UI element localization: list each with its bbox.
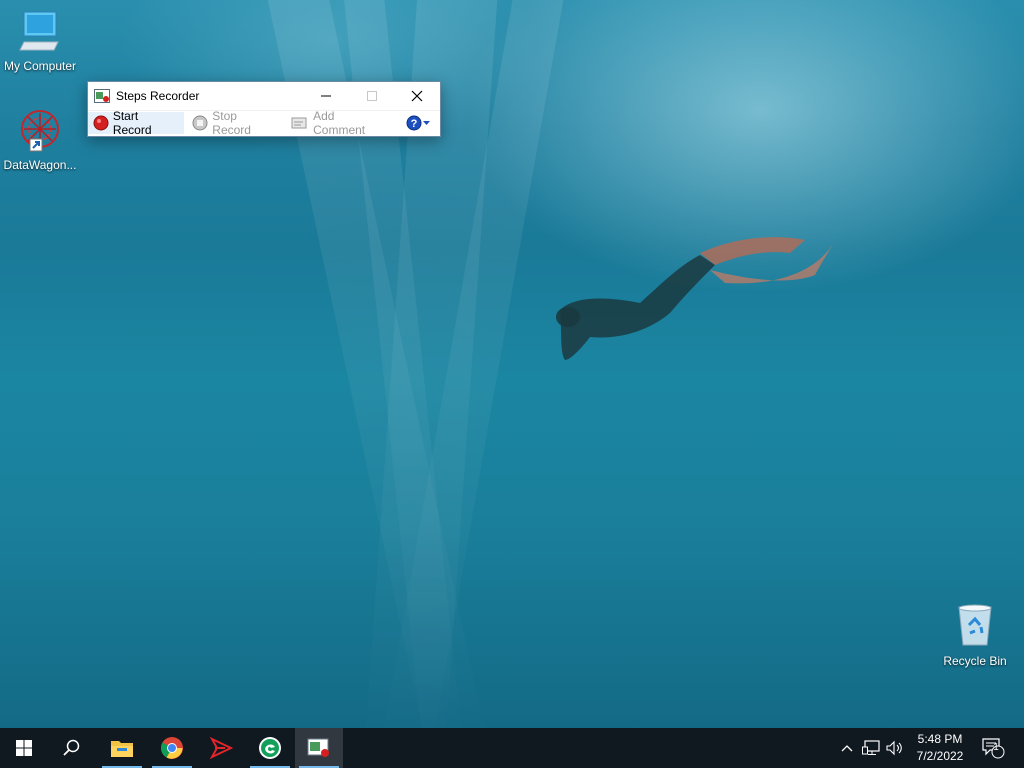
desktop-icon-datawagon[interactable]: DataWagon... [0, 107, 80, 172]
record-icon [93, 115, 109, 131]
diver-silhouette [556, 237, 835, 360]
red-arrow-app-icon [209, 736, 233, 760]
green-circle-app-icon [259, 737, 281, 759]
chevron-up-icon [841, 745, 853, 752]
show-hidden-icons-button[interactable] [838, 728, 856, 768]
svg-text:?: ? [411, 118, 418, 130]
volume-button[interactable] [884, 728, 906, 768]
close-icon [411, 90, 423, 102]
steps-recorder-window: Steps Recorder Start Record Stop Record … [87, 81, 441, 137]
taskbar-red-arrow-app[interactable] [197, 728, 245, 768]
close-button[interactable] [394, 82, 440, 110]
recycle-bin-icon [958, 604, 992, 646]
stop-icon [192, 115, 208, 131]
stop-record-label: Stop Record [212, 109, 251, 137]
add-comment-button[interactable]: Add Comment [286, 109, 394, 137]
network-button[interactable] [860, 728, 882, 768]
chrome-icon [161, 737, 183, 759]
taskbar-green-circle-app[interactable] [246, 728, 294, 768]
file-explorer-icon [111, 741, 133, 757]
taskbar-chrome[interactable] [148, 728, 196, 768]
desktop-icon-label: My Computer [3, 59, 77, 73]
title-bar[interactable]: Steps Recorder [88, 82, 440, 110]
clock-date: 7/2/2022 [916, 749, 964, 763]
start-record-button[interactable]: Start Record [88, 109, 185, 137]
monitor-icon [19, 11, 59, 51]
add-comment-label: Add Comment [313, 109, 366, 137]
taskbar: 5:48 PM 7/2/2022 1 [0, 728, 1024, 768]
maximize-icon [367, 91, 377, 101]
start-icon [16, 740, 32, 756]
desktop-icon-label: Recycle Bin [943, 654, 1007, 668]
action-center-button[interactable]: 1 [978, 728, 1008, 768]
search-icon [63, 739, 80, 756]
taskbar-clock[interactable]: 5:48 PM 7/2/2022 [905, 728, 975, 768]
volume-icon [886, 740, 902, 756]
datawagon-icon [21, 110, 59, 152]
desktop-icon-recycle-bin[interactable]: Recycle Bin [935, 603, 1015, 668]
minimize-icon [321, 95, 331, 97]
recorder-toolbar: Start Record Stop Record Add Comment ? [88, 109, 440, 137]
comment-icon [291, 117, 307, 129]
clock-time: 5:48 PM [917, 732, 963, 746]
network-icon [862, 740, 880, 755]
start-record-label: Start Record [112, 109, 152, 137]
desktop-icon-my-computer[interactable]: My Computer [0, 8, 80, 73]
start-button[interactable] [0, 728, 48, 768]
notification-count-badge: 1 [993, 742, 999, 753]
taskbar-file-explorer[interactable] [98, 728, 146, 768]
taskbar-steps-recorder[interactable] [295, 728, 343, 768]
minimize-button[interactable] [303, 82, 349, 110]
steps-recorder-app-icon [94, 89, 110, 103]
window-title: Steps Recorder [116, 89, 200, 103]
help-icon: ? [406, 115, 430, 131]
maximize-button[interactable] [349, 82, 395, 110]
search-button[interactable] [48, 728, 96, 768]
steps-recorder-icon [307, 738, 329, 757]
desktop-icon-label: DataWagon... [3, 158, 77, 172]
help-dropdown-button[interactable]: ? [401, 112, 437, 134]
stop-record-button[interactable]: Stop Record [187, 109, 283, 137]
